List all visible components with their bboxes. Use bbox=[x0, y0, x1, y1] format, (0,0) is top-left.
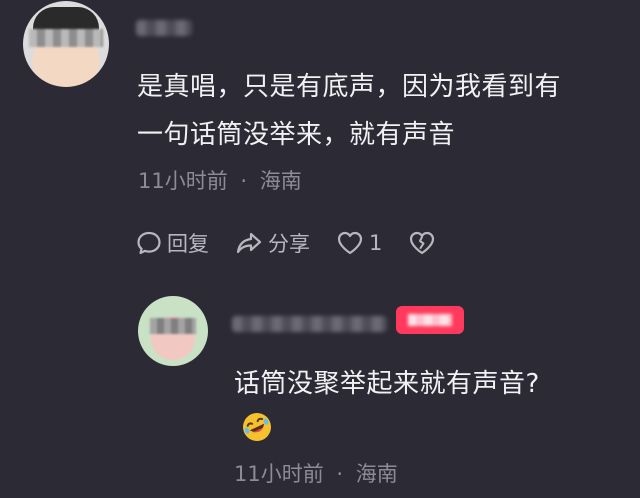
rolling-on-floor-laughing-emoji bbox=[243, 413, 271, 441]
meta-separator: · bbox=[240, 169, 248, 193]
reply-time: 11小时前 bbox=[234, 462, 324, 486]
share-label: 分享 bbox=[268, 232, 310, 256]
dislike-button[interactable] bbox=[408, 230, 436, 256]
heart-icon bbox=[337, 231, 363, 255]
comment-line-2: 一句话筒没举来，就有声音 bbox=[137, 120, 456, 150]
reply-meta: 11小时前 · 海南 bbox=[234, 458, 398, 488]
reply-label: 回复 bbox=[167, 232, 209, 256]
username-blurred[interactable] bbox=[136, 20, 192, 36]
reply-button[interactable]: 回复 bbox=[136, 228, 209, 258]
reply-location: 海南 bbox=[355, 462, 398, 486]
like-count: 1 bbox=[369, 231, 383, 255]
reply-text: 话筒没聚举起来就有声音? bbox=[234, 369, 540, 399]
comment-line-1: 是真唱，只是有底声，因为我看到有 bbox=[137, 72, 562, 102]
meta-separator: · bbox=[336, 462, 344, 486]
reply-avatar[interactable] bbox=[138, 296, 208, 366]
broken-heart-icon bbox=[410, 231, 435, 255]
reply-username-blurred[interactable] bbox=[232, 316, 387, 332]
author-badge bbox=[396, 306, 464, 334]
comment-location: 海南 bbox=[259, 169, 302, 193]
comment-actions: 回复 分享 1 bbox=[136, 228, 462, 258]
share-button[interactable]: 分享 bbox=[235, 228, 310, 258]
share-arrow-icon bbox=[236, 232, 262, 254]
comment-time: 11小时前 bbox=[138, 169, 228, 193]
comment-bubble-icon bbox=[137, 231, 161, 255]
comment-meta: 11小时前 · 海南 bbox=[138, 165, 302, 195]
like-button[interactable]: 1 bbox=[336, 230, 382, 256]
comment-text: 是真唱，只是有底声，因为我看到有 一句话筒没举来，就有声音 bbox=[137, 63, 617, 159]
avatar[interactable] bbox=[23, 1, 109, 87]
